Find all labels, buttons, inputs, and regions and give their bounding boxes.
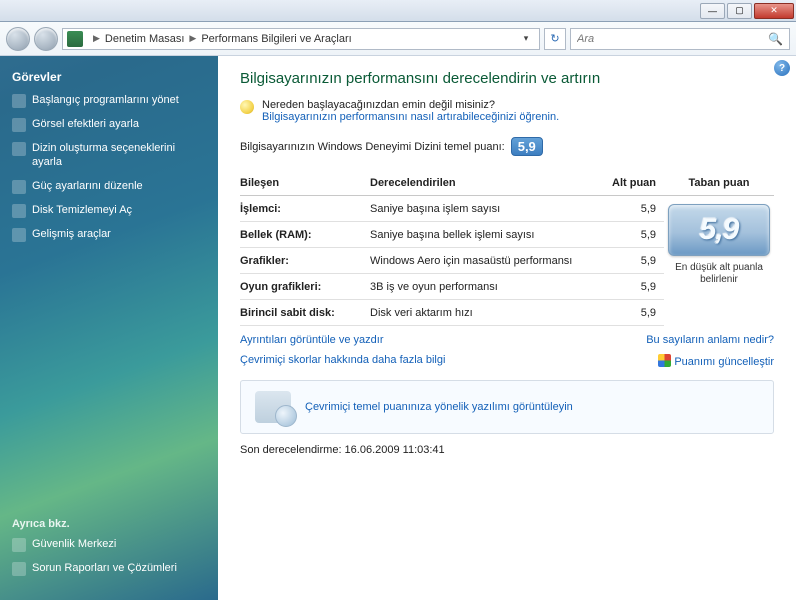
th-rated: Derecelendirilen [370,177,604,189]
td-comp: Oyun grafikleri: [240,281,370,293]
reports-icon [12,562,26,576]
window-titlebar: — ▢ ✕ [0,0,796,22]
link-update-score[interactable]: Puanımı güncelleştir [658,354,774,368]
task-label: Görsel efektleri ayarla [32,118,139,132]
hint-text: Nereden başlayacağınızdan emin değil mis… [262,99,559,111]
td-rated: Saniye başına işlem sayısı [370,203,604,215]
back-button[interactable] [6,27,30,51]
breadcrumb-1[interactable]: Denetim Masası [105,33,184,45]
maximize-button[interactable]: ▢ [727,3,752,19]
search-box[interactable]: 🔍 [570,28,790,50]
visualfx-icon [12,118,26,132]
address-bar[interactable]: ▶ Denetim Masası ▶ Performans Bilgileri … [62,28,540,50]
hint-block: Nereden başlayacağınızdan emin değil mis… [240,99,774,123]
table-header: Bileşen Derecelendirilen Alt puan Taban … [240,170,774,196]
task-label: Gelişmiş araçlar [32,228,111,242]
disk-icon [12,204,26,218]
table-row: Grafikler:Windows Aero için masaüstü per… [240,248,664,274]
see-also-heading: Ayrıca bkz. [12,518,206,530]
big-score-value: 5,9 [673,213,765,247]
software-link: Çevrimiçi temel puanınıza yönelik yazılı… [305,400,573,414]
page-title: Bilgisayarınızın performansını derecelen… [240,70,774,87]
see-also-label: Güvenlik Merkezi [32,538,116,552]
content-area: ? Bilgisayarınızın performansını derecel… [218,56,796,600]
task-indexing[interactable]: Dizin oluşturma seçeneklerini ayarla [12,142,206,170]
td-sub: 5,9 [604,255,664,267]
breadcrumb-2[interactable]: Performans Bilgileri ve Araçları [201,33,351,45]
big-score-caption: En düşük alt puanla belirlenir [668,262,770,286]
power-icon [12,180,26,194]
indexing-icon [12,142,26,156]
security-icon [12,538,26,552]
task-startup-programs[interactable]: Başlangıç programlarını yönet [12,94,206,108]
td-rated: 3B iş ve oyun performansı [370,281,604,293]
help-button[interactable]: ? [774,60,790,76]
task-label: Disk Temizlemeyi Aç [32,204,132,218]
table-row: İşlemci:Saniye başına işlem sayısı5,9 [240,196,664,222]
task-power[interactable]: Güç ayarlarını düzenle [12,180,206,194]
td-comp: Birincil sabit disk: [240,307,370,319]
address-dropdown-icon[interactable]: ▾ [517,33,535,44]
td-comp: Grafikler: [240,255,370,267]
task-advanced-tools[interactable]: Gelişmiş araçlar [12,228,206,242]
td-rated: Saniye başına bellek işlemi sayısı [370,229,604,241]
hint-link[interactable]: Bilgisayarınızın performansını nasıl art… [262,111,559,123]
shield-icon [658,354,671,367]
task-label: Güç ayarlarını düzenle [32,180,143,194]
td-sub: 5,9 [604,229,664,241]
td-comp: İşlemci: [240,203,370,215]
th-component: Bileşen [240,177,370,189]
search-input[interactable] [577,33,768,45]
task-disk-cleanup[interactable]: Disk Temizlemeyi Aç [12,204,206,218]
th-basescore: Taban puan [664,177,774,189]
tools-icon [12,228,26,242]
td-sub: 5,9 [604,281,664,293]
sidebar: Görevler Başlangıç programlarını yönet G… [0,56,218,600]
tasks-heading: Görevler [12,70,206,84]
big-score-badge: 5,9 [668,204,770,256]
software-suggestion-box[interactable]: Çevrimiçi temel puanınıza yönelik yazılı… [240,380,774,434]
see-also-label: Sorun Raporları ve Çözümleri [32,562,177,576]
startup-icon [12,94,26,108]
breadcrumb-sep: ▶ [189,33,196,44]
software-icon [255,391,291,423]
table-row: Oyun grafikleri:3B iş ve oyun performans… [240,274,664,300]
td-rated: Windows Aero için masaüstü performansı [370,255,604,267]
task-visual-effects[interactable]: Görsel efektleri ayarla [12,118,206,132]
table-row: Birincil sabit disk:Disk veri aktarım hı… [240,300,664,326]
lightbulb-icon [240,100,254,114]
link-what-numbers-mean[interactable]: Bu sayıların anlamı nedir? [646,334,774,346]
forward-button[interactable] [34,27,58,51]
link-security-center[interactable]: Güvenlik Merkezi [12,538,206,552]
link-view-print-details[interactable]: Ayrıntıları görüntüle ve yazdır [240,334,383,346]
base-score-label: Bilgisayarınızın Windows Deneyimi Dizini… [240,141,505,153]
minimize-button[interactable]: — [700,3,725,19]
td-sub: 5,9 [604,203,664,215]
last-rated-text: Son derecelendirme: 16.06.2009 11:03:41 [240,444,774,456]
td-comp: Bellek (RAM): [240,229,370,241]
task-label: Başlangıç programlarını yönet [32,94,179,108]
search-icon: 🔍 [768,32,783,46]
link-problem-reports[interactable]: Sorun Raporları ve Çözümleri [12,562,206,576]
th-subscore: Alt puan [604,177,664,189]
td-rated: Disk veri aktarım hızı [370,307,604,319]
base-score-badge: 5,9 [511,137,543,156]
control-panel-icon [67,31,83,47]
link-learn-online[interactable]: Çevrimiçi skorlar hakkında daha fazla bi… [240,354,445,368]
refresh-button[interactable]: ↻ [544,28,566,50]
close-button[interactable]: ✕ [754,3,794,19]
td-sub: 5,9 [604,307,664,319]
navigation-bar: ▶ Denetim Masası ▶ Performans Bilgileri … [0,22,796,56]
table-row: Bellek (RAM):Saniye başına bellek işlemi… [240,222,664,248]
breadcrumb-sep: ▶ [93,33,100,44]
score-table: Bileşen Derecelendirilen Alt puan Taban … [240,170,774,326]
task-label: Dizin oluşturma seçeneklerini ayarla [32,142,206,170]
base-score-line: Bilgisayarınızın Windows Deneyimi Dizini… [240,137,774,156]
